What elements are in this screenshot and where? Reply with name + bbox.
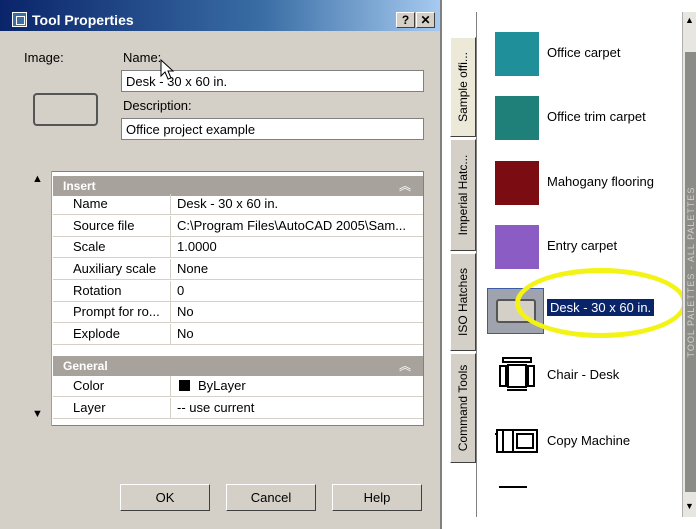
tab-label: ISO Hatches: [456, 267, 470, 337]
item-label: Office trim carpet: [547, 109, 646, 124]
swatch-icon: [495, 225, 539, 269]
property-name: Explode: [53, 324, 171, 344]
help-icon[interactable]: ?: [396, 12, 415, 28]
chair-icon: [499, 357, 535, 391]
tab-command-tools[interactable]: Command Tools: [450, 353, 476, 463]
property-row-explode[interactable]: Explode No: [53, 324, 423, 345]
description-input[interactable]: Office project example: [121, 118, 424, 140]
category-insert-label: Insert: [63, 179, 96, 193]
palette-item-chair-desk[interactable]: Chair - Desk: [477, 354, 683, 418]
property-row-color[interactable]: Color ByLayer: [53, 376, 423, 397]
property-grid-sidebar: [24, 171, 52, 426]
palette-item-office-trim-carpet[interactable]: Office trim carpet: [477, 96, 683, 160]
yellow-highlight-ellipse: [515, 268, 687, 338]
color-swatch-icon: [179, 380, 190, 391]
property-name: Rotation: [53, 281, 171, 301]
collapse-icon[interactable]: ︽: [399, 177, 411, 194]
app-icon: [12, 12, 27, 27]
tool-properties-dialog: Tool Properties ? ✕ Image: Name: Desk - …: [0, 0, 442, 529]
property-name: Scale: [53, 237, 171, 257]
swatch-icon: [495, 96, 539, 140]
property-row-source-file[interactable]: Source file C:\Program Files\AutoCAD 200…: [53, 216, 423, 237]
palette-item-copy-machine[interactable]: Copy Machine: [477, 420, 683, 484]
close-icon[interactable]: ✕: [416, 12, 435, 28]
palette-strip-title: TOOL PALETTES - ALL PALETTES: [685, 186, 696, 358]
category-general-label: General: [63, 359, 108, 373]
property-value[interactable]: No: [173, 302, 421, 322]
item-label: Copy Machine: [547, 433, 631, 448]
property-row-name[interactable]: Name Desk - 30 x 60 in.: [53, 194, 423, 215]
property-value[interactable]: C:\Program Files\AutoCAD 2005\Sam...: [173, 216, 421, 236]
name-label: Name:: [123, 50, 162, 65]
description-label: Description:: [123, 98, 192, 113]
help-button[interactable]: Help: [332, 484, 422, 511]
image-label: Image:: [24, 50, 64, 65]
tab-label: Imperial Hatc...: [456, 154, 470, 236]
property-name: Source file: [53, 216, 171, 236]
item-label: Entry carpet: [547, 238, 618, 253]
scroll-up-icon[interactable]: ▲: [683, 14, 696, 27]
item-label: Chair - Desk: [547, 367, 620, 382]
property-value[interactable]: ByLayer: [173, 376, 421, 396]
property-value[interactable]: None: [173, 259, 421, 279]
dialog-title: Tool Properties: [32, 12, 134, 28]
cancel-button[interactable]: Cancel: [226, 484, 316, 511]
scroll-up-icon[interactable]: ▲: [32, 173, 43, 185]
tab-label: Command Tools: [456, 364, 470, 452]
image-preview: [33, 93, 98, 126]
tool-palette: Sample offi... Imperial Hatc... ISO Hatc…: [446, 12, 696, 529]
color-value: ByLayer: [198, 378, 246, 393]
category-insert[interactable]: Insert ︽: [53, 176, 423, 196]
property-value[interactable]: 1.0000: [173, 237, 421, 257]
palette-content: Office carpet Office trim carpet Mahogan…: [476, 12, 687, 517]
property-row-rotation[interactable]: Rotation 0: [53, 281, 423, 302]
property-row-scale[interactable]: Scale 1.0000: [53, 237, 423, 258]
scroll-down-icon[interactable]: ▼: [683, 500, 696, 513]
property-name: Name: [53, 194, 171, 214]
property-row-layer[interactable]: Layer -- use current: [53, 398, 423, 419]
ok-button[interactable]: OK: [120, 484, 210, 511]
mouse-cursor-icon: [160, 59, 175, 80]
collapse-icon[interactable]: ︽: [399, 357, 411, 374]
copy-machine-icon: [495, 429, 538, 453]
palette-tabs: Sample offi... Imperial Hatc... ISO Hatc…: [446, 12, 478, 529]
tab-imperial-hatches[interactable]: Imperial Hatc...: [450, 139, 476, 251]
palette-title-strip[interactable]: TOOL PALETTES - ALL PALETTES: [685, 52, 696, 492]
property-value[interactable]: No: [173, 324, 421, 344]
swatch-icon: [495, 161, 539, 205]
property-value[interactable]: Desk - 30 x 60 in.: [173, 194, 421, 214]
property-name: Auxiliary scale: [53, 259, 171, 279]
property-value[interactable]: 0: [173, 281, 421, 301]
property-row-auxiliary-scale[interactable]: Auxiliary scale None: [53, 259, 423, 280]
tab-label: Sample offi...: [456, 52, 470, 122]
category-general[interactable]: General ︽: [53, 356, 423, 376]
tab-sample-office[interactable]: Sample offi...: [450, 37, 476, 137]
property-value[interactable]: -- use current: [173, 398, 421, 418]
palette-item-office-carpet[interactable]: Office carpet: [477, 32, 683, 96]
palette-item-mahogany-flooring[interactable]: Mahogany flooring: [477, 161, 683, 225]
property-name: Color: [53, 376, 171, 396]
partial-item-icon: [499, 486, 527, 488]
item-label: Office carpet: [547, 45, 621, 60]
property-name: Prompt for ro...: [53, 302, 171, 322]
property-name: Layer: [53, 398, 171, 418]
tab-iso-hatches[interactable]: ISO Hatches: [450, 253, 476, 351]
swatch-icon: [495, 32, 539, 76]
property-row-prompt-for-rotation[interactable]: Prompt for ro... No: [53, 302, 423, 323]
scroll-down-icon[interactable]: ▼: [32, 408, 43, 420]
item-label: Mahogany flooring: [547, 174, 654, 189]
dialog-title-bar[interactable]: Tool Properties ? ✕: [0, 0, 440, 31]
